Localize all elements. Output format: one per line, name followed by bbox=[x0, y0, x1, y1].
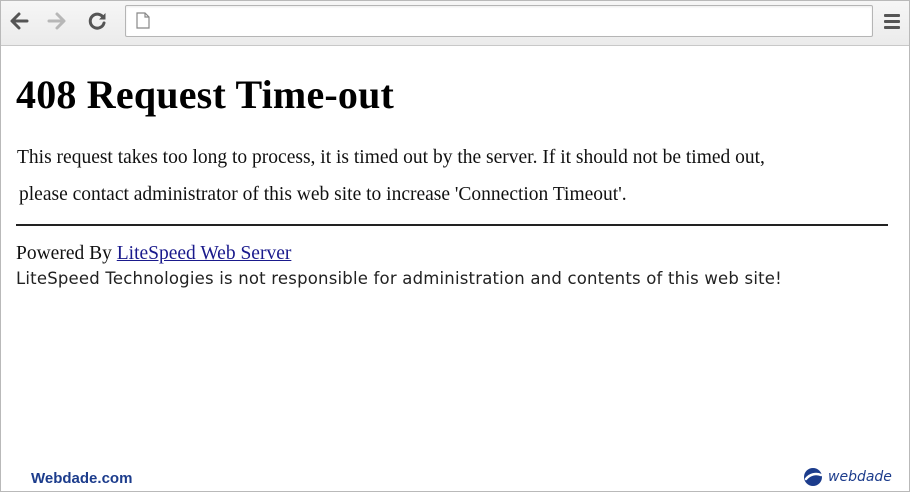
forward-button[interactable] bbox=[43, 7, 71, 35]
divider bbox=[16, 224, 888, 226]
forward-arrow-icon bbox=[47, 12, 66, 30]
watermark-text: Webdade.com bbox=[31, 470, 133, 487]
disclaimer-text: LiteSpeed Technologies is not responsibl… bbox=[16, 269, 782, 288]
error-message-line-2: please contact administrator of this web… bbox=[19, 184, 627, 205]
address-bar[interactable] bbox=[125, 5, 873, 37]
reload-icon bbox=[88, 12, 106, 30]
back-arrow-icon bbox=[10, 12, 29, 30]
browser-window: 408 Request Time-out This request takes … bbox=[0, 0, 910, 492]
reload-button[interactable] bbox=[83, 7, 111, 35]
litespeed-link[interactable]: LiteSpeed Web Server bbox=[117, 243, 292, 264]
watermark-brand: webdade bbox=[828, 469, 892, 485]
error-message-line-1: This request takes too long to process, … bbox=[17, 147, 765, 168]
browser-toolbar bbox=[1, 1, 909, 46]
powered-by: Powered By LiteSpeed Web Server bbox=[16, 243, 291, 265]
menu-icon bbox=[884, 13, 900, 17]
page-icon bbox=[136, 12, 150, 29]
watermark-logo: webdade bbox=[801, 466, 892, 488]
url-input[interactable] bbox=[158, 10, 862, 32]
menu-button[interactable] bbox=[881, 9, 903, 33]
menu-icon-bar bbox=[884, 19, 900, 23]
powered-by-prefix: Powered By bbox=[16, 243, 117, 264]
page-title: 408 Request Time-out bbox=[16, 72, 395, 117]
menu-icon-bar bbox=[884, 25, 900, 29]
webdade-logo-icon bbox=[804, 468, 823, 486]
back-button[interactable] bbox=[5, 7, 33, 35]
